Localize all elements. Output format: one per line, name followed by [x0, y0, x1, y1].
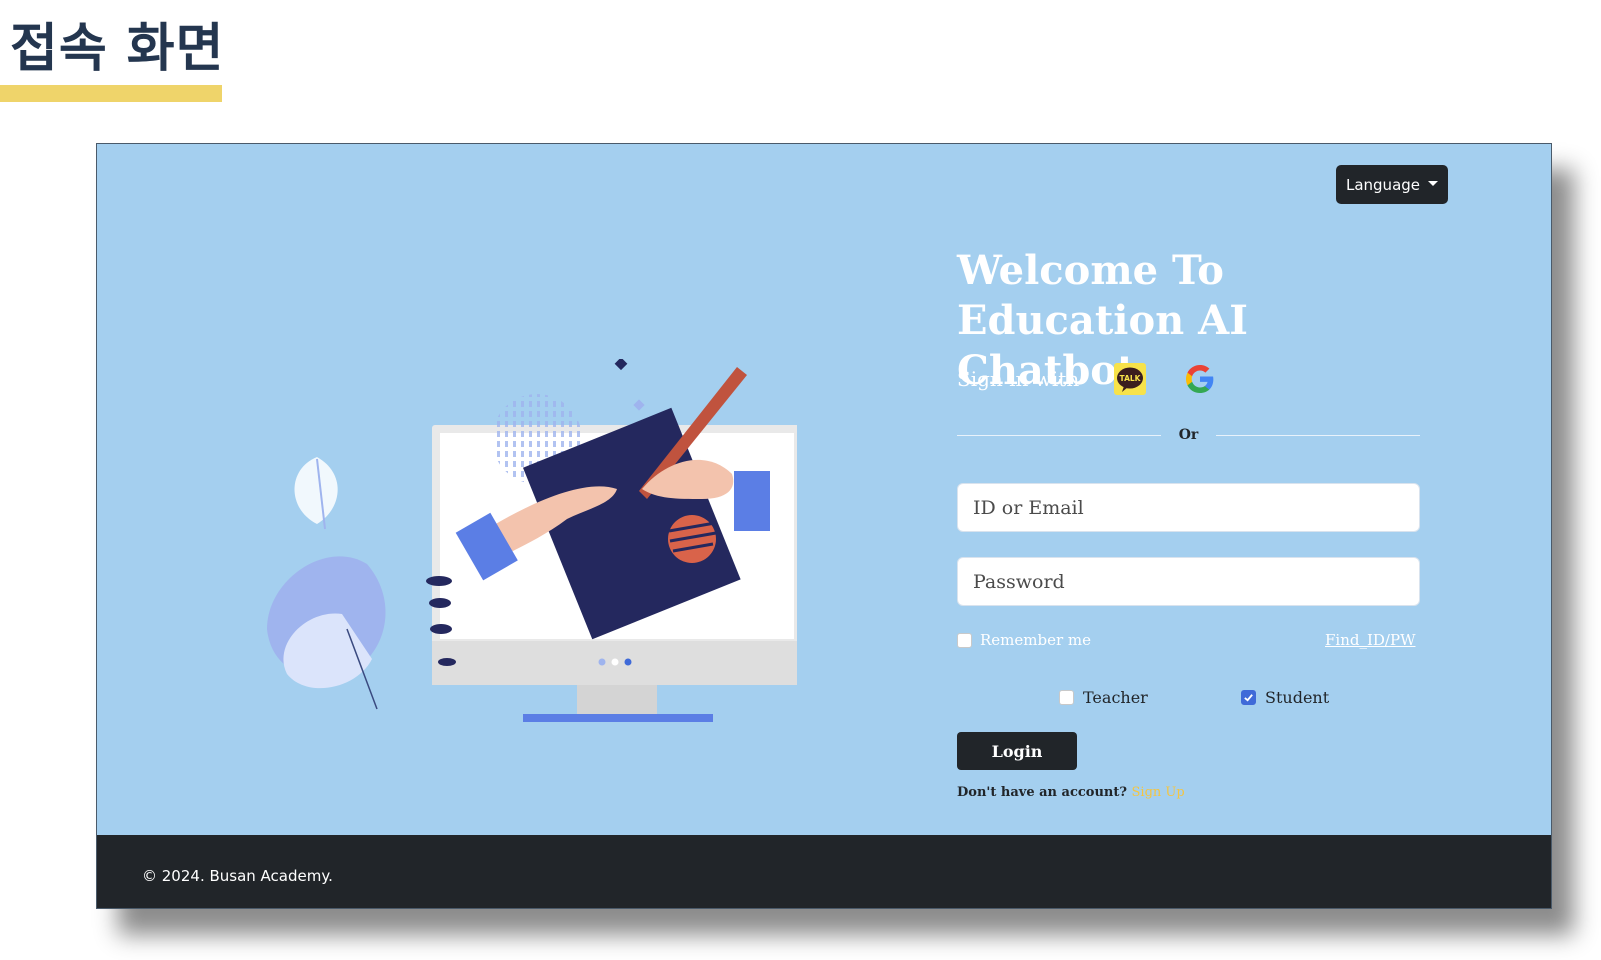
svg-text:TALK: TALK: [1120, 374, 1142, 383]
student-checkbox[interactable]: Student: [1241, 685, 1329, 709]
divider-line-left: [957, 434, 1161, 436]
caret-down-icon: [1428, 181, 1439, 186]
slide-title: 접속 화면: [10, 19, 225, 79]
kakao-talk-icon: TALK: [1117, 367, 1144, 392]
google-login-button[interactable]: [1184, 363, 1216, 395]
language-button-label: Language: [1345, 175, 1421, 194]
or-divider: Or: [957, 424, 1421, 446]
language-dropdown-button[interactable]: Language: [1336, 165, 1448, 204]
social-signin-row: Sign in with TALK: [957, 359, 1216, 399]
password-input[interactable]: [957, 557, 1420, 606]
checkbox-icon[interactable]: [1059, 689, 1074, 705]
teacher-label: Teacher: [1083, 687, 1148, 707]
leaf-left-icon: [267, 457, 386, 710]
browser-window: Language Welcome To Education AI Chatbot…: [96, 143, 1552, 909]
checked-checkbox-icon[interactable]: [1241, 689, 1256, 705]
signup-prompt: Don't have an account? Sign Up: [957, 785, 1185, 800]
hero-section: Language Welcome To Education AI Chatbot…: [97, 144, 1551, 835]
remember-me-label: Remember me: [980, 631, 1092, 649]
find-id-pw-link[interactable]: Find_ID/PW: [1325, 631, 1415, 649]
or-label: Or: [1178, 427, 1199, 443]
login-button[interactable]: Login: [957, 732, 1077, 770]
computer-drawing-illustration: [267, 359, 797, 722]
checkbox-icon[interactable]: [957, 632, 972, 648]
footer: © 2024. Busan Academy.: [97, 835, 1551, 908]
signin-label: Sign in with: [957, 367, 1080, 391]
signup-prompt-text: Don't have an account?: [957, 785, 1127, 800]
title-underline: [0, 85, 222, 102]
divider-line-right: [1216, 434, 1421, 436]
footer-copyright: © 2024. Busan Academy.: [142, 867, 333, 885]
id-email-input[interactable]: [957, 483, 1420, 532]
monitor-stand: [523, 714, 713, 722]
student-label: Student: [1265, 687, 1330, 707]
teacher-checkbox[interactable]: Teacher: [1059, 685, 1148, 709]
signup-link[interactable]: Sign Up: [1132, 785, 1185, 800]
kakao-login-button[interactable]: TALK: [1114, 363, 1147, 395]
remember-me-checkbox[interactable]: Remember me: [957, 628, 1091, 652]
